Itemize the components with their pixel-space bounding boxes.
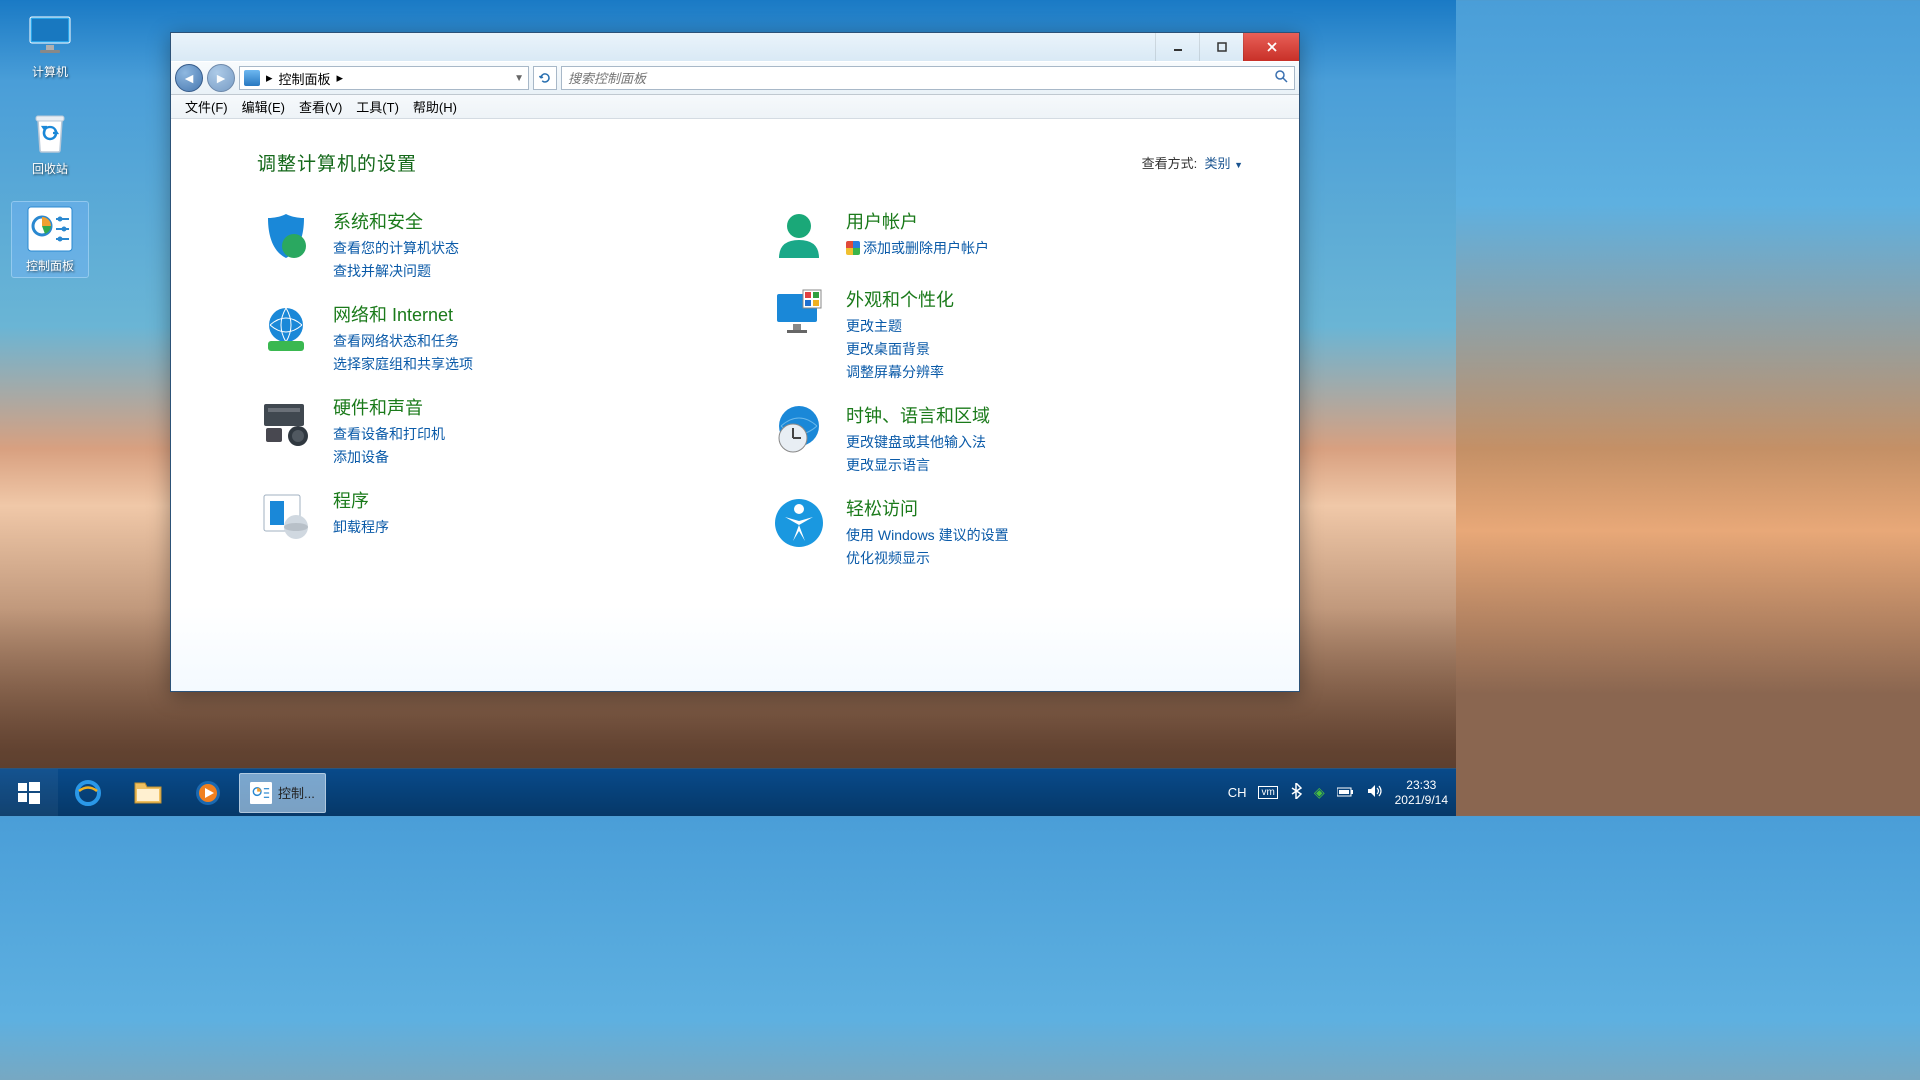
accessibility-icon[interactable] xyxy=(770,495,828,553)
network-icon[interactable] xyxy=(257,301,315,359)
category-link[interactable]: 查看您的计算机状态 xyxy=(333,238,459,258)
category-column-right: 用户帐户 添加或删除用户帐户 外观和个性化 更改主题 更改桌面背景 调整屏幕分辨… xyxy=(770,208,1243,568)
address-bar[interactable]: ▸ 控制面板 ▸ ▼ xyxy=(239,66,529,90)
hardware-icon[interactable] xyxy=(257,394,315,452)
menu-edit[interactable]: 编辑(E) xyxy=(236,95,291,118)
vm-icon[interactable]: vm xyxy=(1258,786,1277,799)
recycle-bin-icon xyxy=(26,108,74,156)
tray-icon[interactable]: ◈ xyxy=(1314,784,1325,801)
category-ease-of-access: 轻松访问 使用 Windows 建议的设置 优化视频显示 xyxy=(770,495,1243,568)
taskbar-button-label: 控制... xyxy=(278,783,315,802)
category-title[interactable]: 网络和 Internet xyxy=(333,301,473,327)
category-link[interactable]: 更改主题 xyxy=(846,316,954,336)
search-box[interactable] xyxy=(561,66,1295,90)
taskbar: 控制... CH vm ◈ 23:33 2021/9/14 xyxy=(0,768,1456,816)
breadcrumb-sep: ▸ xyxy=(266,70,273,86)
control-panel-icon xyxy=(26,205,74,253)
desktop-icon-recycle[interactable]: 回收站 xyxy=(12,105,88,180)
category-clock-language: 时钟、语言和区域 更改键盘或其他输入法 更改显示语言 xyxy=(770,402,1243,475)
category-link[interactable]: 使用 Windows 建议的设置 xyxy=(846,525,1009,545)
chevron-down-icon: ▼ xyxy=(1234,160,1243,170)
category-link[interactable]: 查找并解决问题 xyxy=(333,261,459,281)
maximize-button[interactable] xyxy=(1199,33,1243,61)
content-area: 调整计算机的设置 查看方式: 类别 ▼ 系统和安全 查看您的计算机状态 查找并解… xyxy=(171,119,1299,691)
menu-view[interactable]: 查看(V) xyxy=(293,95,348,118)
category-system-security: 系统和安全 查看您的计算机状态 查找并解决问题 xyxy=(257,208,730,281)
minimize-button[interactable] xyxy=(1155,33,1199,61)
category-column-left: 系统和安全 查看您的计算机状态 查找并解决问题 网络和 Internet 查看网… xyxy=(257,208,730,568)
breadcrumb-item[interactable]: 控制面板 xyxy=(279,69,331,88)
category-title[interactable]: 外观和个性化 xyxy=(846,286,954,312)
clock[interactable]: 23:33 2021/9/14 xyxy=(1395,778,1448,808)
category-title[interactable]: 硬件和声音 xyxy=(333,394,445,420)
shield-icon xyxy=(846,241,860,255)
programs-icon[interactable] xyxy=(257,487,315,545)
taskbar-ie[interactable] xyxy=(59,773,117,813)
category-link[interactable]: 优化视频显示 xyxy=(846,548,1009,568)
control-panel-icon xyxy=(244,70,260,86)
start-button[interactable] xyxy=(0,769,58,816)
category-title[interactable]: 时钟、语言和区域 xyxy=(846,402,990,428)
category-link[interactable]: 调整屏幕分辨率 xyxy=(846,362,954,382)
refresh-button[interactable] xyxy=(533,66,557,90)
taskbar-media-player[interactable] xyxy=(179,773,237,813)
category-link[interactable]: 卸载程序 xyxy=(333,517,389,537)
breadcrumb-sep: ▸ xyxy=(337,70,344,86)
menu-file[interactable]: 文件(F) xyxy=(179,95,234,118)
category-title[interactable]: 程序 xyxy=(333,487,389,513)
nav-toolbar: ◄ ► ▸ 控制面板 ▸ ▼ xyxy=(171,61,1299,95)
category-title[interactable]: 系统和安全 xyxy=(333,208,459,234)
bluetooth-icon[interactable] xyxy=(1290,783,1302,802)
desktop-icons: 计算机 回收站 控制面板 xyxy=(12,8,88,277)
security-icon[interactable] xyxy=(257,208,315,266)
category-link[interactable]: 添加设备 xyxy=(333,447,445,467)
appearance-icon[interactable] xyxy=(770,286,828,344)
search-input[interactable] xyxy=(568,71,1274,86)
dropdown-icon[interactable]: ▼ xyxy=(514,73,524,84)
category-user-accounts: 用户帐户 添加或删除用户帐户 xyxy=(770,208,1243,266)
clock-icon[interactable] xyxy=(770,402,828,460)
taskbar-explorer[interactable] xyxy=(119,773,177,813)
category-hardware: 硬件和声音 查看设备和打印机 添加设备 xyxy=(257,394,730,467)
category-programs: 程序 卸载程序 xyxy=(257,487,730,545)
close-button[interactable] xyxy=(1243,33,1299,61)
category-link[interactable]: 更改显示语言 xyxy=(846,455,990,475)
category-link[interactable]: 选择家庭组和共享选项 xyxy=(333,354,473,374)
category-link[interactable]: 更改桌面背景 xyxy=(846,339,954,359)
menubar: 文件(F) 编辑(E) 查看(V) 工具(T) 帮助(H) xyxy=(171,95,1299,119)
menu-help[interactable]: 帮助(H) xyxy=(407,95,463,118)
category-link[interactable]: 查看设备和打印机 xyxy=(333,424,445,444)
desktop-icon-label: 回收站 xyxy=(32,160,68,177)
category-appearance: 外观和个性化 更改主题 更改桌面背景 调整屏幕分辨率 xyxy=(770,286,1243,382)
menu-tools[interactable]: 工具(T) xyxy=(350,95,405,118)
category-title[interactable]: 用户帐户 xyxy=(846,208,989,234)
ime-indicator[interactable]: CH xyxy=(1228,785,1247,800)
category-title[interactable]: 轻松访问 xyxy=(846,495,1009,521)
clock-date: 2021/9/14 xyxy=(1395,793,1448,808)
page-heading: 调整计算机的设置 xyxy=(257,149,417,176)
user-icon[interactable] xyxy=(770,208,828,266)
desktop-icon-label: 计算机 xyxy=(32,63,68,80)
computer-icon xyxy=(26,11,74,59)
back-button[interactable]: ◄ xyxy=(175,64,203,92)
category-link[interactable]: 更改键盘或其他输入法 xyxy=(846,432,990,452)
desktop-icon-control-panel[interactable]: 控制面板 xyxy=(12,202,88,277)
desktop-icon-label: 控制面板 xyxy=(26,257,74,274)
clock-time: 23:33 xyxy=(1395,778,1448,793)
category-link[interactable]: 查看网络状态和任务 xyxy=(333,331,473,351)
system-tray: CH vm ◈ 23:33 2021/9/14 xyxy=(1220,778,1456,808)
category-link[interactable]: 添加或删除用户帐户 xyxy=(846,238,989,258)
view-by-label: 查看方式: xyxy=(1142,156,1198,171)
category-network: 网络和 Internet 查看网络状态和任务 选择家庭组和共享选项 xyxy=(257,301,730,374)
volume-icon[interactable] xyxy=(1367,784,1383,801)
titlebar[interactable] xyxy=(171,33,1299,61)
search-icon xyxy=(1274,69,1288,88)
desktop-icon-computer[interactable]: 计算机 xyxy=(12,8,88,83)
control-panel-window: ◄ ► ▸ 控制面板 ▸ ▼ 文件(F) 编辑(E) 查看(V) 工具(T) 帮… xyxy=(170,32,1300,692)
taskbar-control-panel[interactable]: 控制... xyxy=(239,773,326,813)
power-icon[interactable] xyxy=(1337,785,1355,801)
view-by-value: 类别 xyxy=(1204,156,1230,171)
view-by-selector[interactable]: 查看方式: 类别 ▼ xyxy=(1142,153,1243,172)
forward-button[interactable]: ► xyxy=(207,64,235,92)
